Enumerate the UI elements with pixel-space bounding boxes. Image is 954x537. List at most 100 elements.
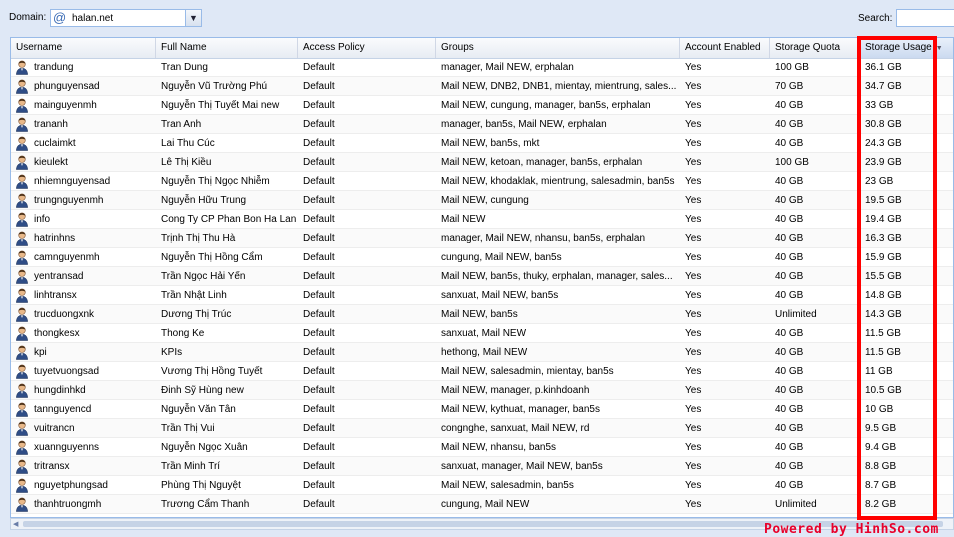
cell-username: trananh xyxy=(34,119,68,130)
table-row[interactable]: trucduongxnk Dương Thị Trúc Default Mail NE… xyxy=(11,305,953,324)
table-row[interactable]: trungnguyenmh Nguyễn Hữu Trung Default Mail… xyxy=(11,191,953,210)
cell-quota: 40 GB xyxy=(775,328,804,339)
cell-quota: 70 GB xyxy=(775,81,804,92)
cell-username: kpi xyxy=(34,347,47,358)
column-header-groups[interactable]: Groups xyxy=(436,38,680,58)
cell-enabled: Yes xyxy=(685,119,702,130)
table-row[interactable]: trananh Tran Anh Default manager, ban5s, Ma… xyxy=(11,115,953,134)
cell-enabled: Yes xyxy=(685,176,702,187)
cell-username: trungnguyenmh xyxy=(34,195,104,206)
cell-username: tannguyencd xyxy=(34,404,92,415)
table-row[interactable]: mainguyenmh Nguyễn Thị Tuyết Mai new Defau… xyxy=(11,96,953,115)
table-row[interactable]: xuannguyenns Nguyễn Ngọc Xuân Default Mail … xyxy=(11,438,953,457)
user-icon xyxy=(15,79,29,94)
cell-fullname: Trương Cẩm Thanh xyxy=(161,499,250,510)
column-header-label: Storage Quota xyxy=(775,42,841,53)
table-row[interactable]: hungdinhkd Đinh Sỹ Hùng new Default Mail NE… xyxy=(11,381,953,400)
cell-policy: Default xyxy=(303,366,335,377)
users-grid: Username Full Name Access Policy Groups Acco… xyxy=(10,37,954,518)
search-input[interactable] xyxy=(896,9,954,27)
column-header-quota[interactable]: Storage Quota xyxy=(770,38,860,58)
cell-groups: Mail NEW, manager, p.kinhdoanh xyxy=(441,385,590,396)
cell-quota: 40 GB xyxy=(775,347,804,358)
column-header-policy[interactable]: Access Policy xyxy=(298,38,436,58)
cell-quota: 40 GB xyxy=(775,404,804,415)
table-row[interactable]: kpi KPIs Default hethong, Mail NEW Yes 40 GB 1… xyxy=(11,343,953,362)
cell-policy: Default xyxy=(303,176,335,187)
table-row[interactable]: tuyetvuongsad Vương Thị Hồng Tuyết Default… xyxy=(11,362,953,381)
cell-fullname: Lê Thị Kiều xyxy=(161,157,212,168)
table-row[interactable]: trandung Tran Dung Default manager, Mail NE… xyxy=(11,58,953,77)
cell-groups: sanxuat, Mail NEW, ban5s xyxy=(441,290,559,301)
cell-groups: congnghe, sanxuat, Mail NEW, rd xyxy=(441,423,590,434)
user-icon xyxy=(15,307,29,322)
table-row[interactable]: nhiemnguyensad Nguyễn Thị Ngọc Nhiễm Defau… xyxy=(11,172,953,191)
cell-groups: sanxuat, Mail NEW xyxy=(441,328,527,339)
chevron-down-icon[interactable]: ▼ xyxy=(185,10,201,26)
cell-enabled: Yes xyxy=(685,309,702,320)
cell-quota: 40 GB xyxy=(775,480,804,491)
column-header-enabled[interactable]: Account Enabled xyxy=(680,38,770,58)
cell-quota: 40 GB xyxy=(775,138,804,149)
cell-username: tritransx xyxy=(34,461,70,472)
column-header-label: Full Name xyxy=(161,42,207,53)
cell-groups: Mail NEW, salesadmin, ban5s xyxy=(441,480,574,491)
cell-enabled: Yes xyxy=(685,157,702,168)
cell-groups: Mail NEW, cungung xyxy=(441,195,529,206)
cell-quota: Unlimited xyxy=(775,309,817,320)
table-row[interactable]: linhtransx Trần Nhật Linh Default sanxuat, … xyxy=(11,286,953,305)
table-row[interactable]: phunguyensad Nguyễn Vũ Trường Phú Default M… xyxy=(11,77,953,96)
table-row[interactable]: tritransx Trần Minh Trí Default sanxuat, ma… xyxy=(11,457,953,476)
scroll-left-icon[interactable]: ◀ xyxy=(13,520,18,528)
cell-quota: 40 GB xyxy=(775,233,804,244)
table-row[interactable]: cuclaimkt Lai Thu Cúc Default Mail NEW, ban… xyxy=(11,134,953,153)
user-icon xyxy=(15,174,29,189)
cell-username: thanhtruongmh xyxy=(34,499,102,510)
grid-header: Username Full Name Access Policy Groups Acco… xyxy=(11,38,953,59)
domain-at-icon: @ xyxy=(53,10,67,25)
cell-enabled: Yes xyxy=(685,233,702,244)
cell-username: nhiemnguyensad xyxy=(34,176,111,187)
cell-fullname: Trần Minh Trí xyxy=(161,461,221,472)
table-row[interactable]: thanhtruongmh Trương Cẩm Thanh Default cung… xyxy=(11,495,953,514)
user-icon xyxy=(15,402,29,417)
user-icon xyxy=(15,383,29,398)
user-icon xyxy=(15,231,29,246)
cell-enabled: Yes xyxy=(685,385,702,396)
table-row[interactable]: camnguyenmh Nguyễn Thị Hồng Cẩm Default cun… xyxy=(11,248,953,267)
cell-groups: manager, Mail NEW, erphalan xyxy=(441,62,574,73)
table-row[interactable]: hatrinhns Trịnh Thị Thu Hà Default manager,… xyxy=(11,229,953,248)
storage-usage-highlight-box xyxy=(857,36,937,520)
cell-policy: Default xyxy=(303,499,335,510)
column-header-fullname[interactable]: Full Name xyxy=(156,38,298,58)
cell-enabled: Yes xyxy=(685,328,702,339)
table-row[interactable]: tannguyencd Nguyễn Văn Tân Default Mail NEW… xyxy=(11,400,953,419)
table-row[interactable]: yentransad Trần Ngọc Hải Yến Default Mail N… xyxy=(11,267,953,286)
user-icon xyxy=(15,497,29,512)
cell-username: info xyxy=(34,214,51,225)
user-icon xyxy=(15,250,29,265)
table-row[interactable]: vuitrancn Trần Thị Vui Default congnghe, sa… xyxy=(11,419,953,438)
domain-combobox[interactable]: @ halan.net ▼ xyxy=(50,9,202,27)
cell-policy: Default xyxy=(303,328,335,339)
cell-groups: Mail NEW, nhansu, ban5s xyxy=(441,442,557,453)
user-icon xyxy=(15,478,29,493)
cell-username: tuyetvuongsad xyxy=(34,366,100,377)
column-header-username[interactable]: Username xyxy=(11,38,156,58)
table-row[interactable]: thongkesx Thong Ke Default sanxuat, Mail NE… xyxy=(11,324,953,343)
table-row[interactable]: kieulekt Lê Thị Kiều Default Mail NEW, keto… xyxy=(11,153,953,172)
cell-groups: cungung, Mail NEW, ban5s xyxy=(441,252,562,263)
cell-quota: Unlimited xyxy=(775,499,817,510)
cell-fullname: Trần Nhật Linh xyxy=(161,290,227,301)
table-row[interactable]: nguyetphungsad Phùng Thị Nguyệt Default Mai… xyxy=(11,476,953,495)
cell-quota: 100 GB xyxy=(775,62,809,73)
cell-policy: Default xyxy=(303,271,335,282)
table-row[interactable]: info Cong Ty CP Phan Bon Ha Lan Default Mai… xyxy=(11,210,953,229)
cell-fullname: Vương Thị Hồng Tuyết xyxy=(161,366,263,377)
cell-groups: sanxuat, manager, Mail NEW, ban5s xyxy=(441,461,603,472)
cell-groups: Mail NEW, khodaklak, mientrung, salesadm… xyxy=(441,176,675,187)
cell-policy: Default xyxy=(303,252,335,263)
cell-policy: Default xyxy=(303,138,335,149)
cell-groups: Mail NEW, cungung, manager, ban5s, erpha… xyxy=(441,100,651,111)
cell-policy: Default xyxy=(303,195,335,206)
